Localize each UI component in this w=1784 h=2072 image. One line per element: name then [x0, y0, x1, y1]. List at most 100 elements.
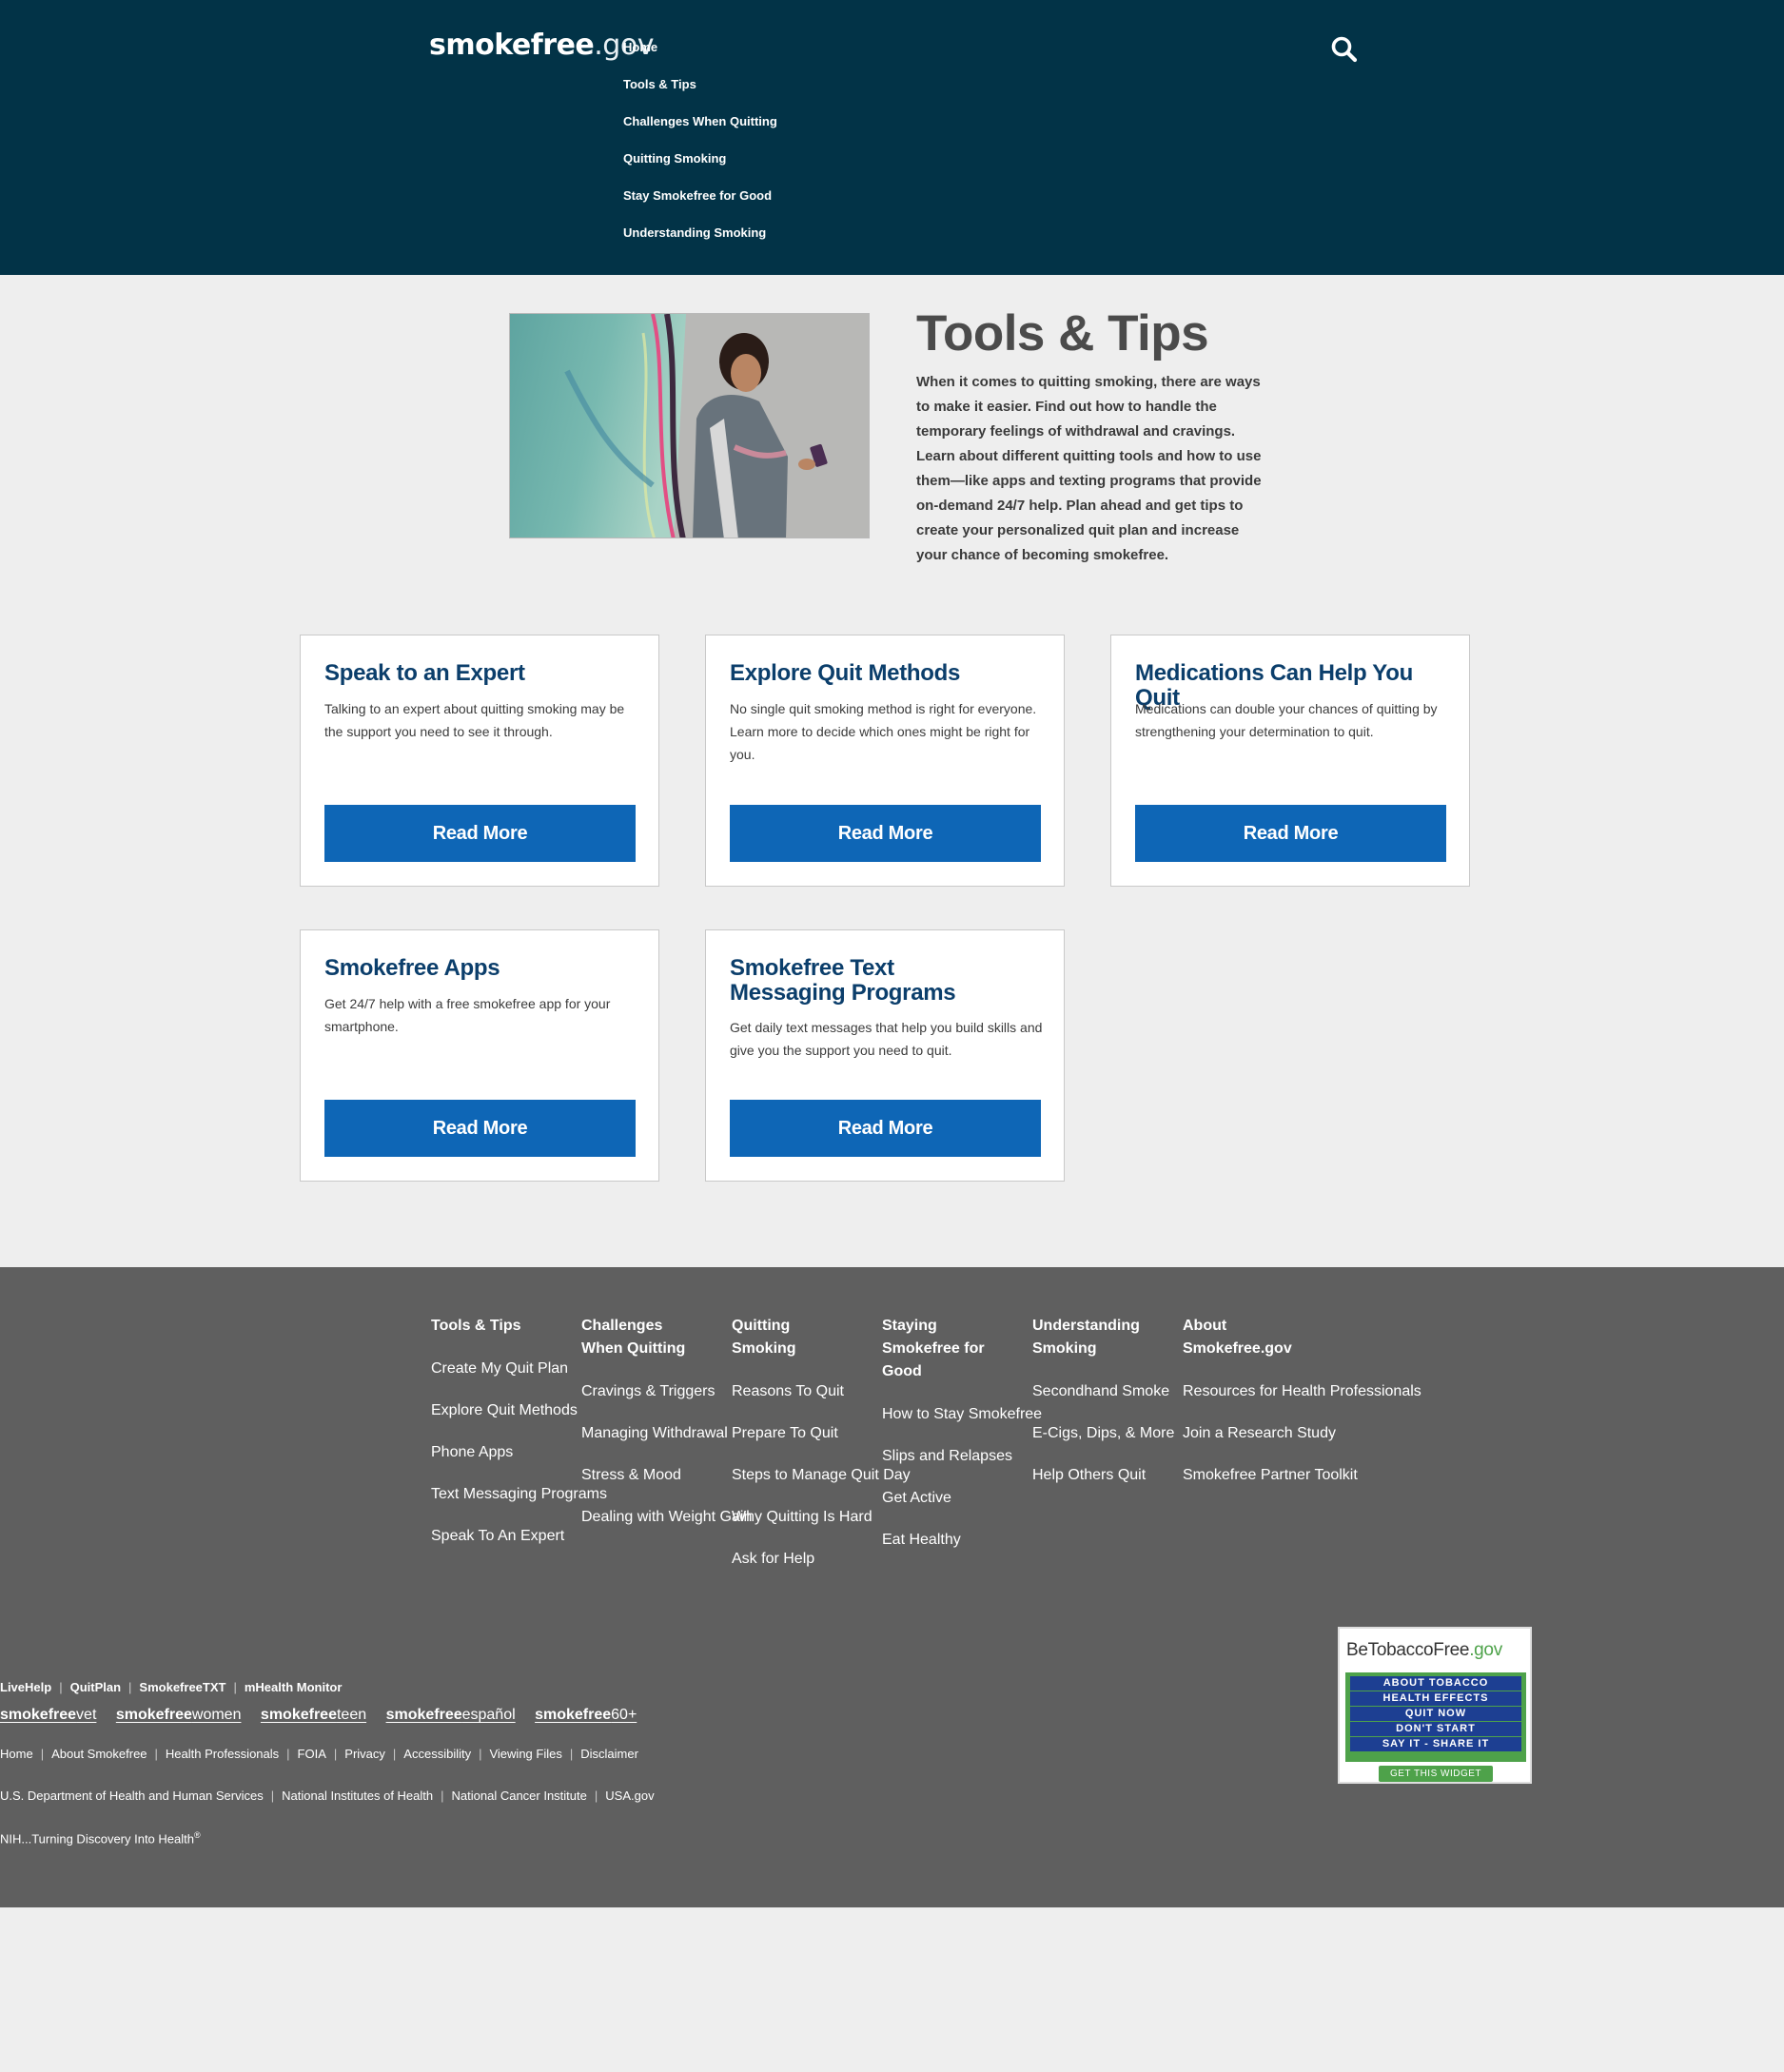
agency-link[interactable]: USA.gov [605, 1789, 654, 1803]
site-link-vet[interactable]: smokefreevet [0, 1707, 96, 1723]
read-more-button[interactable]: Read More [324, 1100, 636, 1157]
footer-util-link[interactable]: Health Professionals [166, 1747, 279, 1761]
footer-util-link[interactable]: Privacy [344, 1747, 385, 1761]
nav-challenges[interactable]: Challenges When Quitting [623, 110, 777, 147]
footer-util-link[interactable]: Disclaimer [580, 1747, 638, 1761]
footer-link[interactable]: Get Active [882, 1488, 996, 1509]
nav-understanding-smoking[interactable]: Understanding Smoking [623, 222, 777, 259]
widget-item[interactable]: QUIT NOW [1350, 1707, 1521, 1721]
footer-link[interactable]: Prepare To Quit [732, 1423, 838, 1444]
agency-link[interactable]: U.S. Department of Health and Human Serv… [0, 1789, 264, 1803]
footer-link[interactable]: Text Messaging Programs [431, 1484, 607, 1505]
footer-link[interactable]: Cravings & Triggers [581, 1381, 716, 1402]
footer-column-understanding-smoking: Understanding Smoking Secondhand Smoke E… [1032, 1315, 1174, 1486]
program-link[interactable]: SmokefreeTXT [139, 1680, 225, 1694]
program-link[interactable]: mHealth Monitor [245, 1680, 343, 1694]
site-footer: Tools & Tips Create My Quit Plan Explore… [0, 1267, 1784, 1907]
search-button[interactable] [1329, 34, 1360, 65]
agency-link[interactable]: National Cancer Institute [452, 1789, 587, 1803]
widget-item[interactable]: DON'T START [1350, 1722, 1521, 1736]
widget-item[interactable]: ABOUT TOBACCO [1350, 1676, 1521, 1691]
footer-util-link[interactable]: Home [0, 1747, 33, 1761]
intro-text: When it comes to quitting smoking, there… [916, 374, 1262, 563]
site-link-espanol[interactable]: smokefreeespañol [386, 1707, 516, 1723]
footer-link[interactable]: Speak To An Expert [431, 1526, 581, 1547]
footer-heading[interactable]: Quitting Smoking [732, 1315, 836, 1360]
betobaccofree-widget[interactable]: BeTobaccoFree.gov ABOUT TOBACCO HEALTH E… [1338, 1627, 1532, 1784]
footer-link[interactable]: Eat Healthy [882, 1530, 996, 1551]
footer-link[interactable]: E-Cigs, Dips, & More [1032, 1423, 1174, 1444]
footer-util-link[interactable]: Viewing Files [489, 1747, 561, 1761]
card-description: Get 24/7 help with a free smokefree app … [324, 996, 611, 1034]
page-title: Tools & Tips [916, 305, 1209, 362]
footer-link[interactable]: Managing Withdrawal [581, 1423, 728, 1444]
footer-link[interactable]: Ask for Help [732, 1549, 836, 1570]
footer-link[interactable]: Reasons To Quit [732, 1381, 844, 1402]
footer-link[interactable]: Explore Quit Methods [431, 1400, 581, 1421]
widget-item[interactable]: HEALTH EFFECTS [1350, 1691, 1521, 1706]
footer-link[interactable]: Why Quitting Is Hard [732, 1507, 872, 1528]
footer-util-link[interactable]: About Smokefree [51, 1747, 147, 1761]
footer-link[interactable]: Secondhand Smoke [1032, 1381, 1169, 1402]
footer-link[interactable]: Slips and Relapses [882, 1446, 1012, 1467]
footer-heading[interactable]: Challenges When Quitting [581, 1315, 705, 1360]
smokefree-sites: smokefreevet smokefreewomen smokefreetee… [0, 1707, 652, 1724]
agency-links: U.S. Department of Health and Human Serv… [0, 1789, 655, 1803]
main-nav: Home Tools & Tips Challenges When Quitti… [623, 36, 777, 259]
footer-column-tools-tips: Tools & Tips Create My Quit Plan Explore… [431, 1315, 607, 1547]
site-link-women[interactable]: smokefreewomen [116, 1707, 242, 1723]
widget-menu: ABOUT TOBACCO HEALTH EFFECTS QUIT NOW DO… [1345, 1672, 1526, 1762]
footer-utility-links: Home | About Smokefree | Health Professional… [0, 1747, 638, 1761]
footer-column-about: About Smokefree.gov Resources for Health… [1183, 1315, 1421, 1486]
footer-link[interactable]: Dealing with Weight Gain [581, 1507, 752, 1528]
footer-util-link[interactable]: Accessibility [403, 1747, 471, 1761]
widget-item[interactable]: SAY IT - SHARE IT [1350, 1737, 1521, 1751]
widget-title: BeTobaccoFree.gov [1346, 1640, 1502, 1660]
footer-heading[interactable]: Understanding Smoking [1032, 1315, 1147, 1360]
nav-stay-smokefree[interactable]: Stay Smokefree for Good [623, 185, 777, 222]
footer-link[interactable]: Steps to Manage Quit Day [732, 1465, 911, 1486]
footer-link[interactable]: How to Stay Smokefree [882, 1404, 1042, 1425]
card-title[interactable]: Smokefree Apps [324, 956, 648, 981]
nih-tagline: NIH...Turning Discovery Into Health® [0, 1830, 201, 1847]
nav-home[interactable]: Home [623, 36, 777, 73]
footer-heading[interactable]: Tools & Tips [431, 1315, 581, 1338]
footer-link[interactable]: Stress & Mood [581, 1465, 705, 1486]
footer-link[interactable]: Resources for Health Professionals [1183, 1381, 1421, 1402]
read-more-button[interactable]: Read More [730, 805, 1041, 862]
footer-column-challenges: Challenges When Quitting Cravings & Trig… [581, 1315, 752, 1528]
nav-quitting-smoking[interactable]: Quitting Smoking [623, 147, 777, 185]
site-header: smokefree.gov Home Tools & Tips Challeng… [0, 0, 1784, 275]
search-icon [1331, 36, 1358, 63]
nav-tools-tips[interactable]: Tools & Tips [623, 73, 777, 110]
footer-heading[interactable]: Staying Smokefree for Good [882, 1315, 996, 1383]
card-title[interactable]: Smokefree Text Messaging Programs [730, 956, 1015, 1006]
footer-util-link[interactable]: FOIA [298, 1747, 326, 1761]
hero-image [509, 313, 870, 538]
card-speak-to-expert: Speak to an Expert Talking to an expert … [300, 635, 659, 887]
card-title[interactable]: Speak to an Expert [324, 661, 648, 686]
footer-link[interactable]: Create My Quit Plan [431, 1359, 581, 1379]
card-explore-quit-methods: Explore Quit Methods No single quit smok… [705, 635, 1065, 887]
agency-link[interactable]: National Institutes of Health [282, 1789, 433, 1803]
site-link-60plus[interactable]: smokefree60+ [535, 1707, 637, 1723]
footer-link[interactable]: Phone Apps [431, 1442, 581, 1463]
card-description: No single quit smoking method is right f… [730, 701, 1037, 762]
program-link[interactable]: QuitPlan [70, 1680, 121, 1694]
footer-link[interactable]: Join a Research Study [1183, 1423, 1336, 1444]
read-more-button[interactable]: Read More [324, 805, 636, 862]
read-more-button[interactable]: Read More [730, 1100, 1041, 1157]
footer-link[interactable]: Smokefree Partner Toolkit [1183, 1465, 1358, 1486]
footer-column-quitting-smoking: Quitting Smoking Reasons To Quit Prepare… [732, 1315, 911, 1570]
footer-column-staying-smokefree: Staying Smokefree for Good How to Stay S… [882, 1315, 1042, 1551]
get-widget-button[interactable]: GET THIS WIDGET [1379, 1766, 1493, 1782]
footer-link[interactable]: Help Others Quit [1032, 1465, 1147, 1486]
site-link-teen[interactable]: smokefreeteen [261, 1707, 366, 1723]
footer-heading[interactable]: About Smokefree.gov [1183, 1315, 1316, 1360]
read-more-button[interactable]: Read More [1135, 805, 1446, 862]
program-links: LiveHelp | QuitPlan | SmokefreeTXT | mHealth M… [0, 1680, 343, 1694]
program-link[interactable]: LiveHelp [0, 1680, 51, 1694]
card-smokefree-apps: Smokefree Apps Get 24/7 help with a free… [300, 929, 659, 1182]
site-logo[interactable]: smokefree.gov [429, 29, 654, 62]
card-title[interactable]: Explore Quit Methods [730, 661, 1053, 686]
